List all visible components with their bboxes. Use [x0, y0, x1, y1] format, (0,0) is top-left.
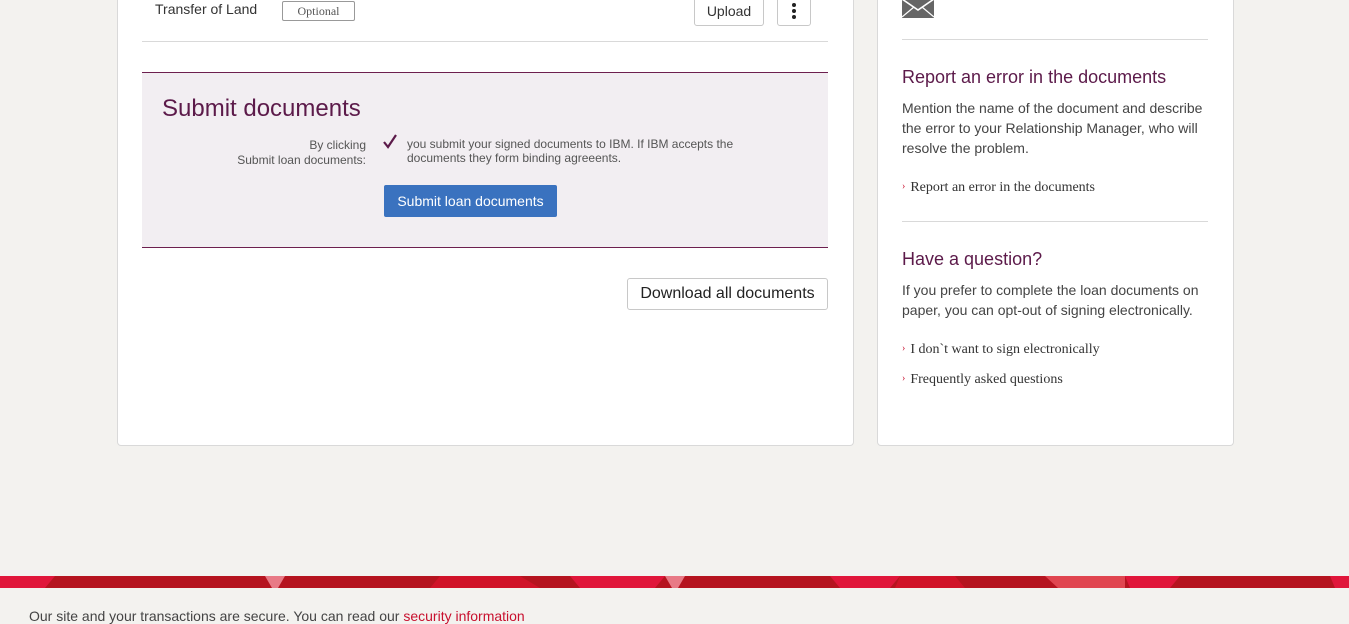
agreement-text: you submit your signed documents to IBM.… [407, 137, 734, 165]
report-error-heading: Report an error in the documents [902, 67, 1167, 87]
documents-card: Transfer of Land Optional Upload Submit … [117, 0, 854, 446]
footer-security-text: Our site and your transactions are secur… [29, 608, 525, 624]
document-name: Transfer of Land [155, 1, 258, 17]
report-error-link[interactable]: › Report an error in the documents [902, 180, 1095, 196]
help-sidebar: Report an error in the documents Mention… [877, 0, 1234, 446]
submit-documents-title: Submit documents [162, 95, 361, 122]
chevron-right-icon: › [902, 181, 906, 192]
kebab-icon [792, 3, 796, 7]
faq-link[interactable]: › Frequently asked questions [902, 372, 1063, 388]
submit-documents-panel: Submit documents By clicking Submit loan… [142, 72, 828, 248]
document-row: Transfer of Land Optional Upload [142, 0, 828, 42]
chevron-right-icon: › [902, 343, 906, 354]
question-text: If you prefer to complete the loan docum… [902, 282, 1199, 318]
chevron-right-icon: › [902, 373, 906, 384]
envelope-icon[interactable] [902, 0, 934, 18]
more-options-button[interactable] [777, 0, 811, 26]
divider [902, 221, 1208, 222]
optional-badge: Optional [282, 1, 355, 21]
download-all-documents-button[interactable]: Download all documents [627, 278, 828, 310]
security-information-link[interactable]: security information [403, 608, 524, 624]
by-clicking-label: By clicking Submit loan documents: [237, 138, 366, 167]
opt-out-link[interactable]: › I don`t want to sign electronically [902, 342, 1100, 358]
upload-button[interactable]: Upload [694, 0, 764, 26]
footer-decorative-band [0, 576, 1349, 588]
question-heading: Have a question? [902, 249, 1043, 269]
divider [902, 39, 1208, 40]
checkmark-icon [383, 134, 397, 149]
submit-loan-documents-button[interactable]: Submit loan documents [384, 185, 557, 217]
report-error-text: Mention the name of the document and des… [902, 100, 1203, 156]
